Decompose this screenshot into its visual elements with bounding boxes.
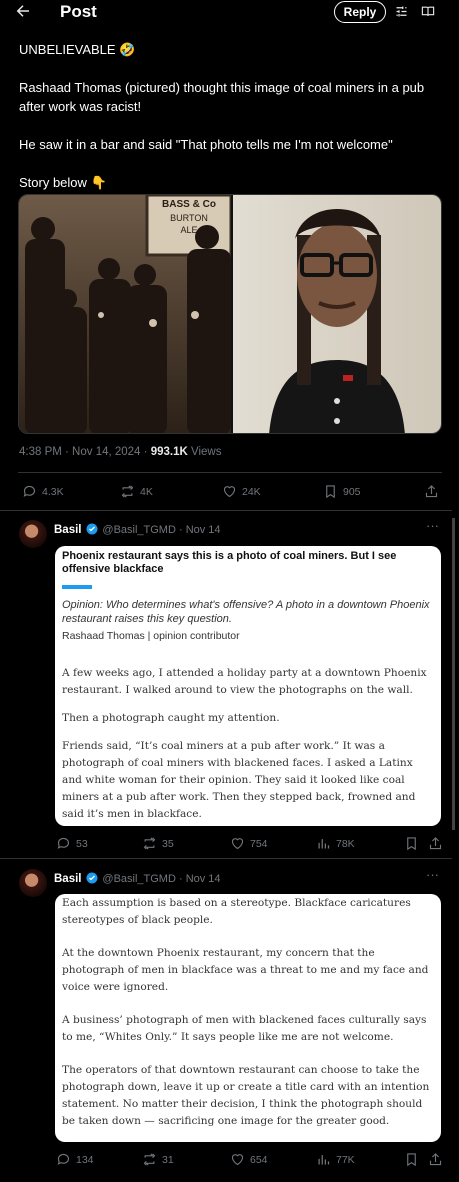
like-action[interactable]: 24K (222, 484, 261, 499)
more-options-icon[interactable]: ··· (426, 867, 439, 882)
views-action[interactable]: 77K (316, 1152, 355, 1167)
divider (0, 510, 452, 511)
bookmark-icon (407, 837, 416, 851)
views-count: 78K (336, 837, 355, 850)
like-action[interactable]: 754 (230, 836, 268, 851)
views-count: 77K (336, 1153, 355, 1166)
repost-count: 35 (162, 837, 174, 850)
user-name[interactable]: Basil (54, 524, 82, 536)
photo-sign-text-1: BASS & Co (162, 199, 216, 210)
bookmark-count: 905 (343, 485, 361, 498)
heart-icon (231, 1154, 244, 1166)
avatar[interactable] (19, 869, 47, 897)
article-paragraph: A business’ photograph of men with black… (62, 1014, 427, 1043)
adjust-icon[interactable] (394, 4, 409, 24)
repost-icon (121, 485, 134, 498)
tweet-meta: 4:38 PM · Nov 14, 2024 · 993.1K Views (19, 446, 221, 458)
accent-bar (62, 585, 92, 589)
bookmark-icon (326, 485, 335, 499)
reply-icon (57, 837, 70, 849)
bookmark-action[interactable]: 905 (323, 484, 361, 499)
article-byline: Rashaad Thomas | opinion contributor (62, 630, 240, 642)
reply-action[interactable]: 134 (56, 1152, 94, 1167)
user-handle: @Basil_TGMD · Nov 14 (102, 524, 221, 536)
article-subhead: Opinion: Who determines what's offensive… (62, 599, 430, 625)
divider (18, 472, 442, 473)
tweet-text: UNBELIEVABLE 🤣 Rashaad Thomas (pictured)… (19, 42, 425, 190)
share-icon (429, 837, 442, 850)
reply-count: 53 (76, 837, 88, 850)
repost-action[interactable]: 35 (142, 836, 174, 851)
divider (0, 858, 452, 859)
user-name[interactable]: Basil (54, 873, 82, 885)
photo-sign-text-2: BURTON (170, 213, 208, 223)
like-count: 754 (250, 837, 268, 850)
article-paragraph: At the downtown Phoenix restaurant, my c… (62, 947, 429, 993)
bookmark-action[interactable] (404, 836, 419, 851)
heart-icon (223, 486, 236, 498)
repost-action[interactable]: 31 (142, 1152, 174, 1167)
views-action[interactable]: 78K (316, 836, 355, 851)
views-chart-icon (318, 1155, 330, 1165)
share-icon (425, 485, 438, 498)
reply-icon (23, 485, 36, 497)
avatar[interactable] (19, 520, 47, 548)
reply-count: 4.3K (42, 485, 64, 498)
verified-badge-icon (86, 872, 98, 884)
reply1-header: Basil @Basil_TGMD · Nov 14 (54, 520, 221, 538)
share-action[interactable] (428, 1152, 443, 1167)
reply2-header: Basil @Basil_TGMD · Nov 14 (54, 869, 221, 887)
tweet-media[interactable]: BASS & Co BURTON ALE (18, 194, 442, 434)
reply2-image[interactable]: Each assumption is based on a stereotype… (55, 894, 441, 1142)
scrollbar[interactable] (452, 518, 455, 830)
repost-count: 31 (162, 1153, 174, 1166)
reply-action[interactable]: 4.3K (22, 484, 64, 499)
photo-sign-text-3: ALE (180, 225, 197, 235)
repost-icon (143, 1153, 156, 1166)
reader-icon[interactable] (420, 4, 436, 24)
article-paragraph: The operators of that downtown restauran… (62, 1064, 430, 1127)
share-action[interactable] (428, 836, 443, 851)
reply1-image[interactable]: Phoenix restaurant says this is a photo … (55, 546, 441, 826)
views-chart-icon (318, 839, 330, 849)
article-paragraph: Friends said, “It’s coal miners at a pub… (62, 740, 416, 820)
views-label: Views (187, 446, 222, 458)
reply-count: 134 (76, 1153, 94, 1166)
views-count: 993.1K (150, 446, 188, 458)
tweet-time: 4:38 PM · Nov 14, 2024 · (19, 446, 151, 458)
like-action[interactable]: 654 (230, 1152, 268, 1167)
bookmark-action[interactable] (404, 1152, 419, 1167)
page-title: Post (60, 2, 97, 21)
article-headline: Phoenix restaurant says this is a photo … (62, 550, 397, 575)
bookmark-icon (407, 1153, 416, 1167)
article-paragraph: Each assumption is based on a stereotype… (62, 897, 411, 926)
reply-icon (57, 1153, 70, 1165)
verified-badge-icon (86, 523, 98, 535)
like-count: 654 (250, 1153, 268, 1166)
back-arrow-icon[interactable] (14, 2, 38, 24)
reply-button[interactable]: Reply (334, 1, 386, 23)
user-handle: @Basil_TGMD · Nov 14 (102, 873, 221, 885)
repost-action[interactable]: 4K (120, 484, 153, 499)
like-count: 24K (242, 485, 261, 498)
share-action[interactable] (424, 484, 439, 499)
repost-count: 4K (140, 485, 153, 498)
repost-icon (143, 837, 156, 850)
article-paragraph: Then a photograph caught my attention. (62, 712, 280, 724)
share-icon (429, 1153, 442, 1166)
reply-action[interactable]: 53 (56, 836, 88, 851)
media-photos: BASS & Co BURTON ALE (19, 195, 441, 433)
more-options-icon[interactable]: ··· (426, 518, 439, 533)
article-paragraph: A few weeks ago, I attended a holiday pa… (62, 667, 427, 696)
heart-icon (231, 838, 244, 850)
